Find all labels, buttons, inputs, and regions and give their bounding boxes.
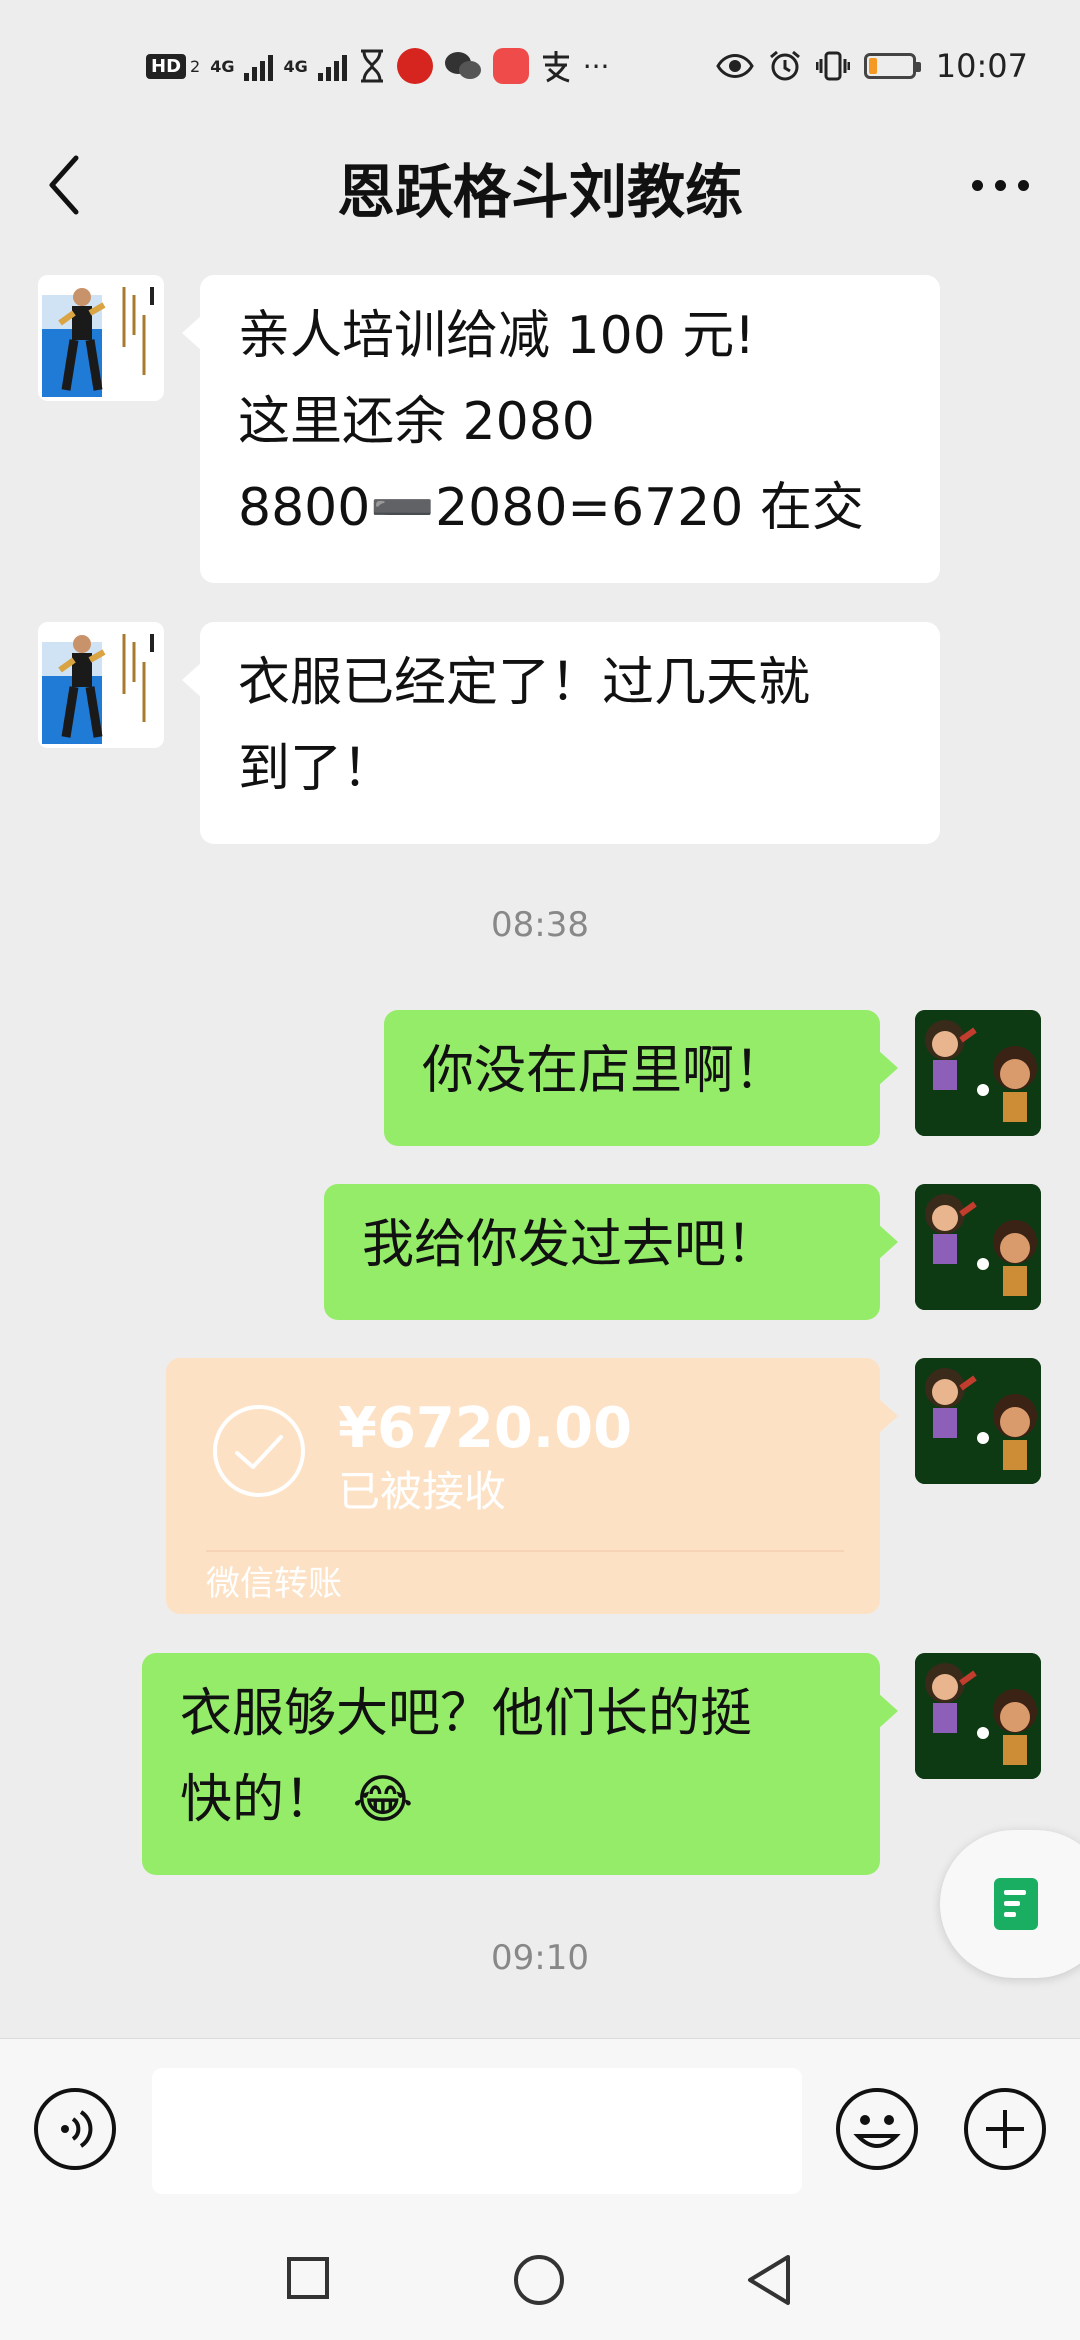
- user-photo: [915, 1653, 1041, 1779]
- message-timestamp: 08:38: [491, 905, 589, 945]
- alarm-icon: [769, 50, 800, 81]
- message-text: 衣服够大吧？他们长的挺: [180, 1684, 753, 1744]
- avatar-me[interactable]: [915, 1358, 1041, 1484]
- floating-doc-button[interactable]: [940, 1830, 1080, 1978]
- message-text: 快的！: [180, 1770, 337, 1830]
- message-timestamp: 09:10: [491, 1938, 589, 1978]
- message-line-with-emoji: 快的！ 😂: [180, 1757, 842, 1843]
- status-bar: HD 2 4G 4G ··· 10:07: [0, 0, 1080, 135]
- status-right-icons: 10:07: [716, 46, 1028, 86]
- square-icon[interactable]: [286, 2256, 330, 2300]
- card-divider: [206, 1550, 844, 1552]
- message-text: 亲人培训给减 100 元!: [238, 306, 756, 366]
- wechat-icon: [444, 52, 481, 79]
- more-notifications-icon: ···: [582, 49, 610, 83]
- circle-icon[interactable]: [512, 2253, 566, 2307]
- vibrate-icon: [815, 51, 850, 81]
- user-photo: [915, 1010, 1041, 1136]
- sim-index: 2: [190, 56, 201, 76]
- more-dots-icon[interactable]: [960, 150, 1040, 220]
- document-icon: [994, 1878, 1038, 1930]
- huawei-icon: [492, 48, 529, 84]
- check-circle-icon: [213, 1405, 305, 1497]
- message-text: 我给你发过去吧！: [362, 1215, 779, 1275]
- chat-title: 恩跃格斗刘教练: [336, 158, 743, 226]
- avatar-me[interactable]: [915, 1184, 1041, 1310]
- transfer-status: 已被接收: [338, 1467, 507, 1516]
- voice-icon[interactable]: [32, 2086, 118, 2172]
- back-button[interactable]: [40, 150, 90, 220]
- battery-icon: [863, 53, 921, 79]
- message-input[interactable]: [152, 2068, 802, 2194]
- message-bubble-outgoing[interactable]: 我给你发过去吧！: [324, 1184, 898, 1320]
- network-type-1: 4G: [210, 56, 235, 76]
- battery-fill: [868, 58, 877, 74]
- emoji-icon[interactable]: [834, 2086, 920, 2172]
- coach-photo: [38, 275, 164, 401]
- status-time: 10:07: [935, 47, 1028, 85]
- message-bubble-incoming[interactable]: 亲人培训给减 100 元! 这里还余 2080 8800➖2080=6720 在…: [182, 275, 940, 583]
- triangle-back-icon[interactable]: [744, 2253, 794, 2307]
- hd-badge: HD: [146, 53, 187, 79]
- alipay-icon: [542, 51, 570, 83]
- message-bubble-outgoing[interactable]: 衣服够大吧？他们长的挺 快的！ 😂: [142, 1653, 898, 1875]
- avatar-coach[interactable]: [38, 622, 164, 748]
- avatar-me[interactable]: [915, 1010, 1041, 1136]
- transfer-amount: ¥6720.00: [338, 1396, 633, 1461]
- signal-icon: [244, 51, 274, 81]
- avatar-coach[interactable]: [38, 275, 164, 401]
- transfer-label: 微信转账: [206, 1564, 342, 1604]
- app-notification-icon: [396, 48, 433, 84]
- user-photo: [915, 1358, 1041, 1484]
- message-bubble-outgoing[interactable]: 你没在店里啊！: [384, 1010, 898, 1146]
- message-text: 这里还余 2080: [238, 392, 595, 452]
- message-text: 衣服已经定了！过几天就: [238, 653, 811, 713]
- hourglass-icon: [360, 49, 383, 83]
- message-text: 到了！: [238, 739, 395, 799]
- status-left-icons: HD 2 4G 4G ···: [146, 46, 609, 86]
- coach-photo: [38, 622, 164, 748]
- message-bubble-incoming[interactable]: 衣服已经定了！过几天就 到了！: [182, 622, 940, 844]
- network-type-2: 4G: [283, 56, 308, 76]
- message-text: 8800➖2080=6720 在交: [238, 478, 864, 538]
- plus-icon[interactable]: [962, 2086, 1048, 2172]
- transfer-card[interactable]: ¥6720.00 已被接收 微信转账: [166, 1358, 898, 1614]
- user-photo: [915, 1184, 1041, 1310]
- eye-icon: [716, 54, 754, 78]
- laughing-crying-emoji: 😂: [352, 1770, 414, 1830]
- signal-icon-2: [317, 51, 347, 81]
- avatar-me[interactable]: [915, 1653, 1041, 1779]
- message-text: 你没在店里啊！: [422, 1041, 787, 1101]
